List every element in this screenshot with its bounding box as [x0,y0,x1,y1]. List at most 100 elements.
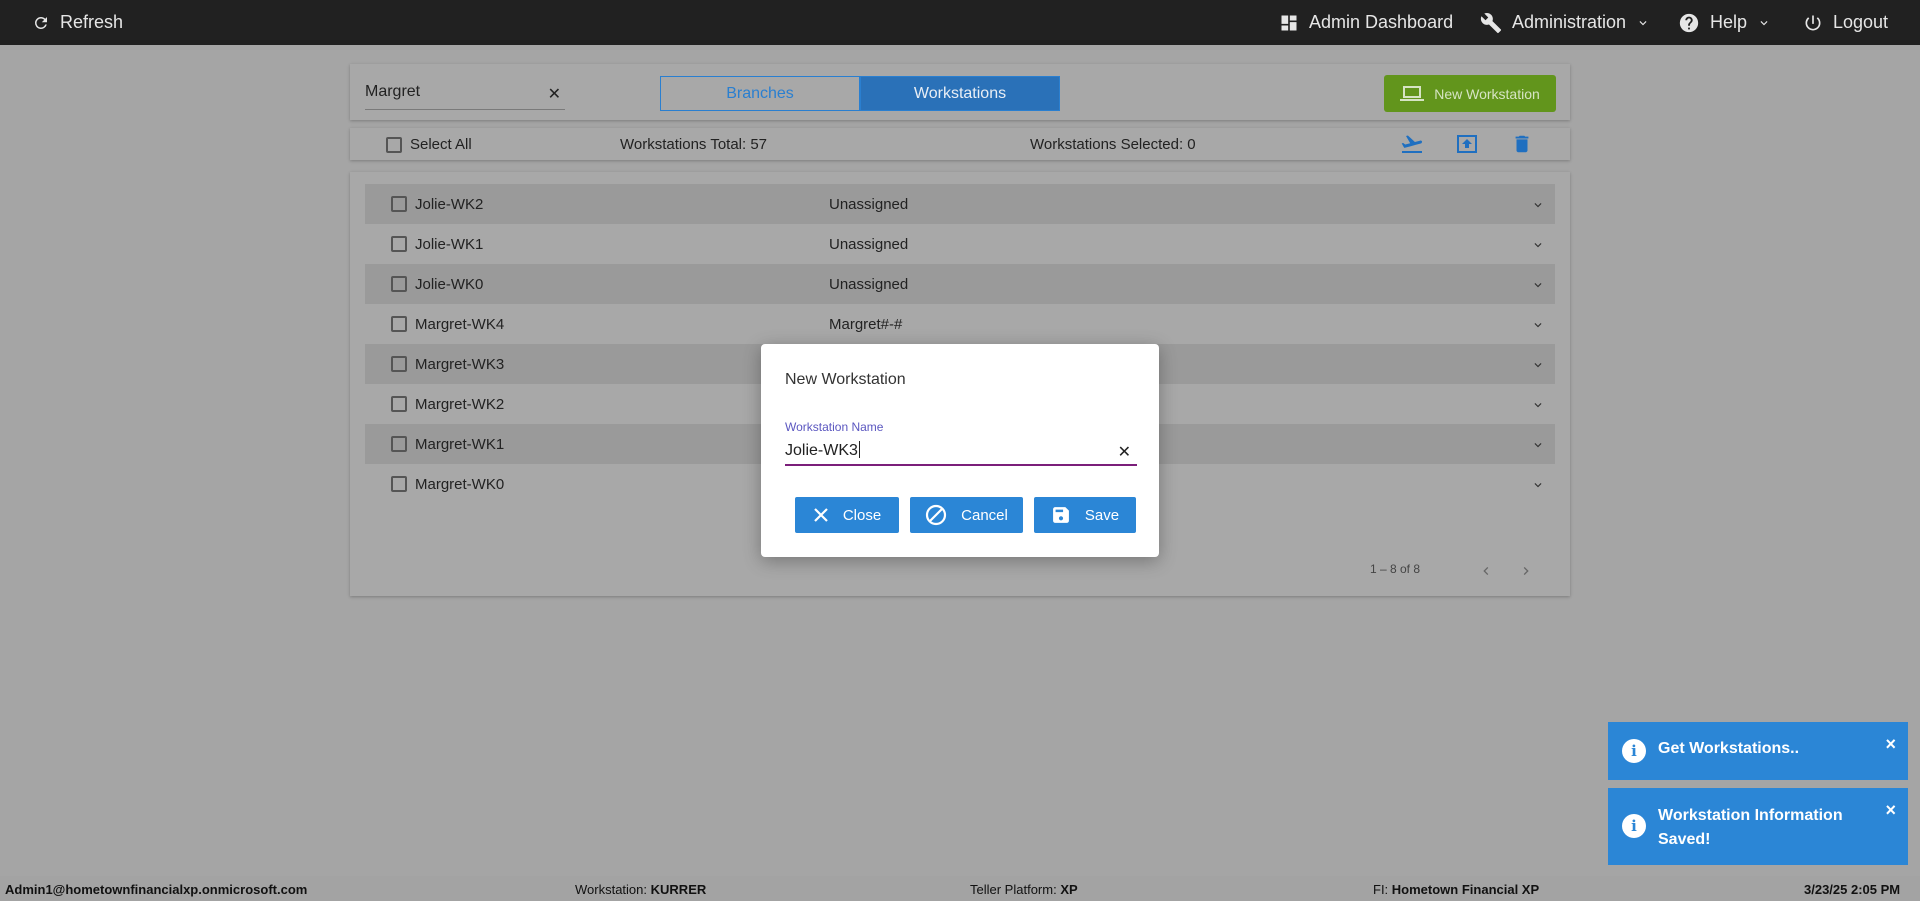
toast-message: Get Workstations.. [1658,740,1800,757]
workstation-name: Jolie-WK2 [415,196,484,213]
administration-label: Administration [1512,12,1627,32]
airplane-departure-icon [1401,135,1423,153]
refresh-label: Refresh [60,12,124,32]
info-icon: i [1622,814,1646,838]
chevron-down-icon[interactable] [1531,238,1545,252]
search-value: Margret [365,83,421,100]
top-bar: Refresh Admin Dashboard Administration H… [0,0,1920,45]
close-toast-icon[interactable]: × [1885,734,1896,755]
chevron-down-icon[interactable] [1531,318,1545,332]
workstation-name: Jolie-WK0 [415,276,484,293]
pagination-range: 1 – 8 of 8 [1369,562,1420,576]
refresh-button[interactable]: Refresh [32,0,123,45]
list-item[interactable]: Jolie-WK2 Unassigned [365,184,1555,224]
workstation-name: Margret-WK3 [415,356,505,373]
move-button[interactable] [1400,133,1424,155]
text-caret [858,441,860,458]
fi-label: FI: [1373,882,1389,897]
select-all-label: Select All [410,136,472,153]
info-icon: i [1622,739,1646,763]
search-input[interactable]: Margret ✕ [365,76,565,110]
chevron-down-icon [1760,20,1768,25]
chevron-down-icon [1639,20,1647,25]
workstations-total: Workstations Total: 57 [620,136,768,153]
row-checkbox[interactable] [391,276,407,292]
assignment: Unassigned [829,236,909,253]
delete-button[interactable] [1510,133,1534,155]
tab-branches[interactable]: Branches [660,76,860,111]
toast-info-saved: i Workstation Information Saved! × [1608,788,1908,865]
row-checkbox[interactable] [391,396,407,412]
close-label: Close [842,506,882,524]
fi-value: Hometown Financial XP [1391,882,1540,897]
chevron-left-icon[interactable] [1478,563,1494,579]
close-toast-icon[interactable]: × [1885,800,1896,821]
select-all-checkbox[interactable]: Select All [386,136,472,153]
workstation-name: Jolie-WK1 [415,236,484,253]
chevron-right-icon[interactable] [1518,563,1534,579]
row-checkbox[interactable] [391,476,407,492]
power-icon [1805,15,1821,30]
assignment: Margret#-# [829,316,903,333]
refresh-icon [34,16,47,29]
list-item[interactable]: Jolie-WK1 Unassigned [365,224,1555,264]
admin-dashboard-link[interactable]: Admin Dashboard [1279,0,1453,45]
checkbox[interactable] [386,136,402,153]
row-checkbox[interactable] [391,236,407,252]
clear-search-icon[interactable]: ✕ [548,84,561,104]
row-checkbox[interactable] [391,196,407,212]
chevron-down-icon[interactable] [1531,478,1545,492]
wrench-icon [1480,12,1502,33]
assignment: Unassigned [829,276,909,293]
tab-workstations[interactable]: Workstations [860,76,1060,111]
save-button[interactable]: Save [1034,497,1136,533]
row-checkbox[interactable] [391,356,407,372]
logout-button[interactable]: Logout [1803,0,1888,45]
assignment: Unassigned [829,196,909,213]
teller-platform-value: XP [1060,882,1078,897]
chevron-down-icon[interactable] [1531,398,1545,412]
dashboard-icon [1281,15,1297,30]
logout-label: Logout [1833,12,1889,32]
list-item[interactable]: Margret-WK4 Margret#-# [365,304,1555,344]
workstation-value: KURRER [650,882,707,897]
row-checkbox[interactable] [391,436,407,452]
new-workstation-label: New Workstation [1434,85,1540,102]
administration-menu[interactable]: Administration [1480,0,1650,45]
upload-button[interactable] [1455,133,1479,155]
close-button[interactable]: Close [795,497,899,533]
cancel-label: Cancel [961,506,1008,524]
floppy-disk-icon [1052,507,1069,523]
workstation-name-text: Jolie-WK3 [785,442,858,459]
chevron-down-icon[interactable] [1531,358,1545,372]
workstation-name: Margret-WK1 [415,436,505,453]
teller-platform-label: Teller Platform: [970,882,1057,897]
laptop-icon [1400,85,1425,101]
toast-get-workstations: i Get Workstations.. × [1608,722,1908,780]
help-menu[interactable]: Help [1678,0,1771,45]
chevron-down-icon[interactable] [1531,198,1545,212]
workstation-name: Margret-WK0 [415,476,505,493]
workstation-name-value: Jolie-WK3 [785,441,860,460]
cancel-button[interactable]: Cancel [910,497,1023,533]
help-label: Help [1710,12,1748,32]
list-item[interactable]: Jolie-WK0 Unassigned [365,264,1555,304]
toast-message: Workstation Information Saved! [1658,807,1843,848]
help-icon [1679,13,1699,32]
new-workstation-button[interactable]: New Workstation [1384,75,1556,112]
trash-icon [1515,135,1529,153]
admin-dashboard-label: Admin Dashboard [1309,12,1454,32]
chevron-down-icon[interactable] [1531,278,1545,292]
view-tabs: Branches Workstations [660,76,1060,111]
upload-icon [1457,135,1477,153]
dialog-title: New Workstation [785,371,906,388]
workstation-name: Margret-WK4 [415,316,505,333]
chevron-down-icon[interactable] [1531,438,1545,452]
workstations-selected: Workstations Selected: 0 [1030,136,1196,153]
new-workstation-dialog: New Workstation Workstation Name Jolie-W… [761,344,1159,557]
save-label: Save [1084,506,1120,524]
clear-field-icon[interactable]: ✕ [1118,442,1131,462]
row-checkbox[interactable] [391,316,407,332]
user-email: Admin1@hometownfinancialxp.onmicrosoft.c… [5,882,308,897]
workstation-name-field[interactable]: Jolie-WK3 ✕ [785,436,1137,466]
